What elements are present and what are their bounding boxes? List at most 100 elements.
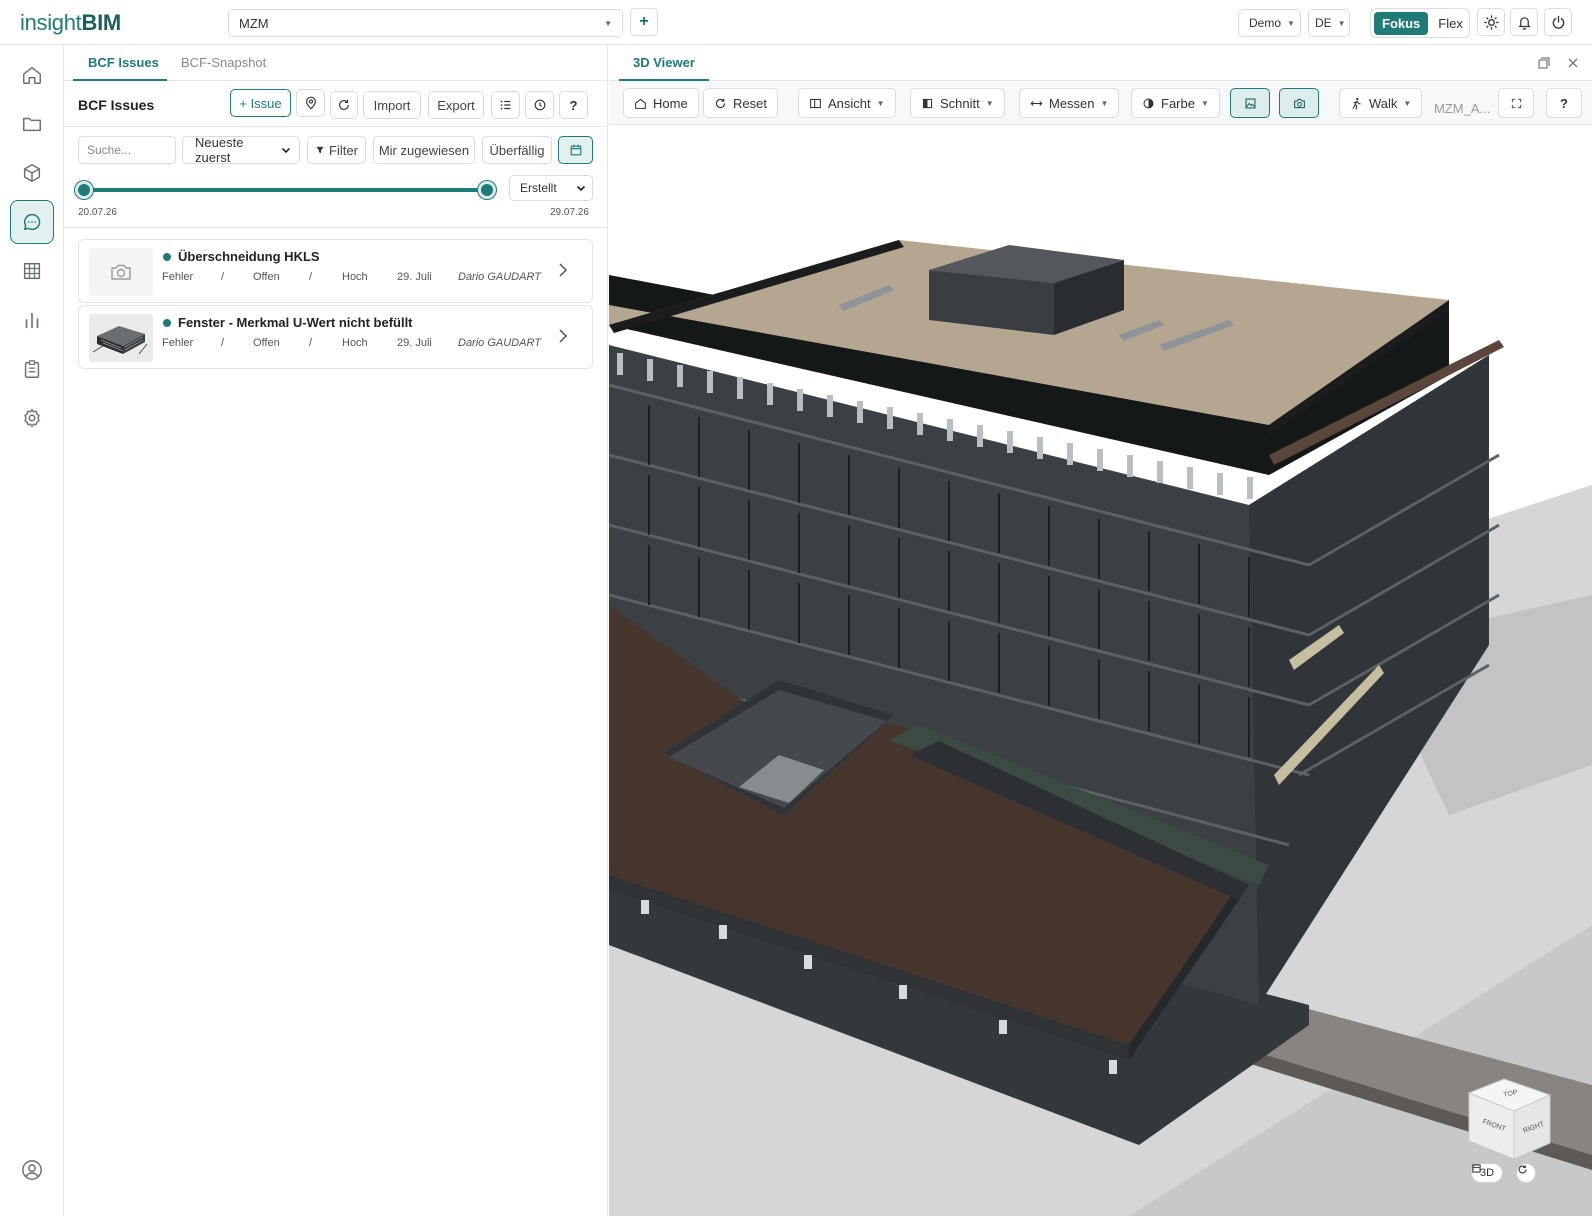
sun-icon bbox=[1483, 14, 1499, 30]
fullscreen-icon bbox=[1511, 98, 1521, 108]
snapshot-button[interactable] bbox=[1279, 88, 1319, 118]
list-icon bbox=[500, 100, 510, 110]
grid-icon bbox=[23, 262, 41, 280]
map-pin-icon bbox=[305, 96, 316, 110]
tab-3d-viewer[interactable]: 3D Viewer bbox=[633, 55, 695, 70]
theme-toggle-button[interactable] bbox=[1477, 8, 1505, 36]
nav-projects[interactable] bbox=[10, 102, 54, 146]
add-issue-button[interactable]: + Issue bbox=[230, 89, 291, 117]
chevron-down-icon: ▼ bbox=[876, 98, 885, 108]
date-range-button[interactable] bbox=[558, 136, 593, 164]
gear-icon bbox=[24, 408, 40, 428]
viewer-help-button[interactable]: ? bbox=[1546, 88, 1582, 118]
image-view-button[interactable] bbox=[1230, 88, 1270, 118]
chevron-down-icon: ▼ bbox=[1337, 18, 1346, 28]
meta-separator: / bbox=[221, 271, 225, 283]
nav-bcf-issues[interactable] bbox=[10, 200, 54, 244]
walk-dropdown[interactable]: Walk ▼ bbox=[1339, 88, 1423, 118]
nav-models[interactable] bbox=[10, 151, 54, 195]
image-icon bbox=[1245, 98, 1255, 108]
add-project-button[interactable]: + bbox=[630, 8, 658, 36]
app-logo[interactable]: insightBIM bbox=[20, 10, 121, 36]
left-navigation bbox=[0, 45, 64, 1216]
tab-bcf-snapshot[interactable]: BCF-Snapshot bbox=[181, 55, 266, 70]
loaded-model-name: MZM_A... bbox=[1434, 101, 1491, 116]
issue-status: Offen bbox=[253, 337, 280, 349]
nav-tables[interactable] bbox=[10, 249, 54, 293]
date-range-start-label: 20.07.26 bbox=[78, 207, 117, 218]
3d-scene-canvas[interactable]: TOP RIGHT FRONT 3D bbox=[609, 125, 1592, 1216]
view-cube-icon[interactable]: TOP RIGHT FRONT bbox=[1464, 1075, 1556, 1167]
issue-card[interactable]: Fenster - Merkmal U-Wert nicht befüllt F… bbox=[78, 305, 593, 369]
mode-fokus-button[interactable]: Fokus bbox=[1374, 11, 1429, 35]
tab-bcf-issues[interactable]: BCF Issues bbox=[88, 55, 159, 70]
chevron-right-icon bbox=[559, 329, 568, 343]
filter-divider bbox=[64, 227, 608, 228]
bell-icon bbox=[1518, 16, 1530, 30]
mode-flex-button[interactable]: Flex bbox=[1432, 12, 1469, 35]
date-range-start-handle[interactable] bbox=[75, 181, 93, 199]
viewer-toolbar: Home Reset Ansicht ▼ Schnitt ▼ Messen ▼ … bbox=[609, 81, 1592, 125]
filter-button-label: Filter bbox=[329, 142, 358, 158]
measure-dropdown[interactable]: Messen ▼ bbox=[1019, 88, 1120, 118]
nav-reports[interactable] bbox=[10, 347, 54, 391]
logout-button[interactable] bbox=[1544, 8, 1572, 36]
building-model-render[interactable] bbox=[609, 125, 1592, 1216]
clock-icon bbox=[534, 99, 545, 111]
section-dropdown-label: Schnitt bbox=[940, 95, 980, 111]
location-button[interactable] bbox=[296, 89, 325, 117]
issue-author: Dario GAUDART bbox=[458, 337, 541, 349]
date-range-end-handle[interactable] bbox=[478, 181, 496, 199]
chevron-down-icon bbox=[282, 147, 291, 154]
issue-author: Dario GAUDART bbox=[458, 271, 541, 283]
filter-button[interactable]: Filter bbox=[307, 136, 366, 164]
project-select[interactable]: MZM ▼ bbox=[228, 9, 623, 37]
date-mode-select[interactable]: Erstellt bbox=[509, 175, 593, 201]
issue-card[interactable]: Überschneidung HKLS Fehler / Offen / Hoc… bbox=[78, 239, 593, 303]
view-dropdown[interactable]: Ansicht ▼ bbox=[798, 88, 896, 118]
date-range-track[interactable] bbox=[86, 188, 489, 192]
list-view-button[interactable] bbox=[491, 91, 520, 119]
search-input[interactable] bbox=[78, 136, 176, 164]
chevron-down-icon bbox=[576, 185, 586, 192]
workspace-select[interactable]: Demo ▼ bbox=[1238, 9, 1301, 37]
fullscreen-button[interactable] bbox=[1498, 88, 1534, 118]
language-select[interactable]: DE ▼ bbox=[1308, 9, 1350, 37]
reset-button[interactable]: Reset bbox=[703, 88, 778, 118]
help-button[interactable]: ? bbox=[559, 91, 588, 119]
power-icon bbox=[1552, 15, 1564, 29]
section-dropdown[interactable]: Schnitt ▼ bbox=[910, 88, 1005, 118]
chevron-down-icon: ▼ bbox=[985, 98, 994, 108]
nav-user-profile[interactable] bbox=[10, 1148, 54, 1192]
refresh-icon bbox=[715, 98, 726, 108]
import-button[interactable]: Import bbox=[363, 91, 421, 119]
overdue-button[interactable]: Überfällig bbox=[482, 136, 552, 164]
history-button[interactable] bbox=[525, 91, 554, 119]
section-icon bbox=[922, 98, 933, 108]
sort-select[interactable]: Neueste zuerst bbox=[182, 135, 300, 165]
folder-icon bbox=[23, 117, 41, 132]
assigned-to-me-button[interactable]: Mir zugewiesen bbox=[373, 136, 475, 164]
home-view-button[interactable]: Home bbox=[623, 88, 699, 118]
home-icon bbox=[635, 98, 646, 109]
issue-priority: Hoch bbox=[342, 271, 368, 283]
notifications-button[interactable] bbox=[1510, 8, 1538, 36]
columns-icon bbox=[810, 98, 821, 108]
view-mode-badge[interactable]: 3D bbox=[1471, 1163, 1504, 1183]
chevron-down-icon: ▼ bbox=[1403, 98, 1412, 108]
nav-analytics[interactable] bbox=[10, 298, 54, 342]
nav-settings[interactable] bbox=[10, 396, 54, 440]
close-icon[interactable] bbox=[1567, 57, 1579, 69]
toolbar-divider bbox=[64, 126, 608, 127]
popout-icon[interactable] bbox=[1537, 56, 1551, 70]
color-dropdown[interactable]: Farbe ▼ bbox=[1131, 88, 1220, 118]
nav-home[interactable] bbox=[10, 53, 54, 97]
date-mode-select-value: Erstellt bbox=[520, 181, 557, 195]
language-select-value: DE bbox=[1315, 16, 1332, 30]
refresh-icon bbox=[1518, 1165, 1527, 1174]
export-button[interactable]: Export bbox=[428, 91, 484, 119]
logo-text-insight: insight bbox=[20, 10, 82, 35]
sort-select-value: Neueste zuerst bbox=[195, 135, 244, 165]
reset-orientation-button[interactable] bbox=[1516, 1163, 1536, 1183]
refresh-button[interactable] bbox=[330, 91, 358, 119]
